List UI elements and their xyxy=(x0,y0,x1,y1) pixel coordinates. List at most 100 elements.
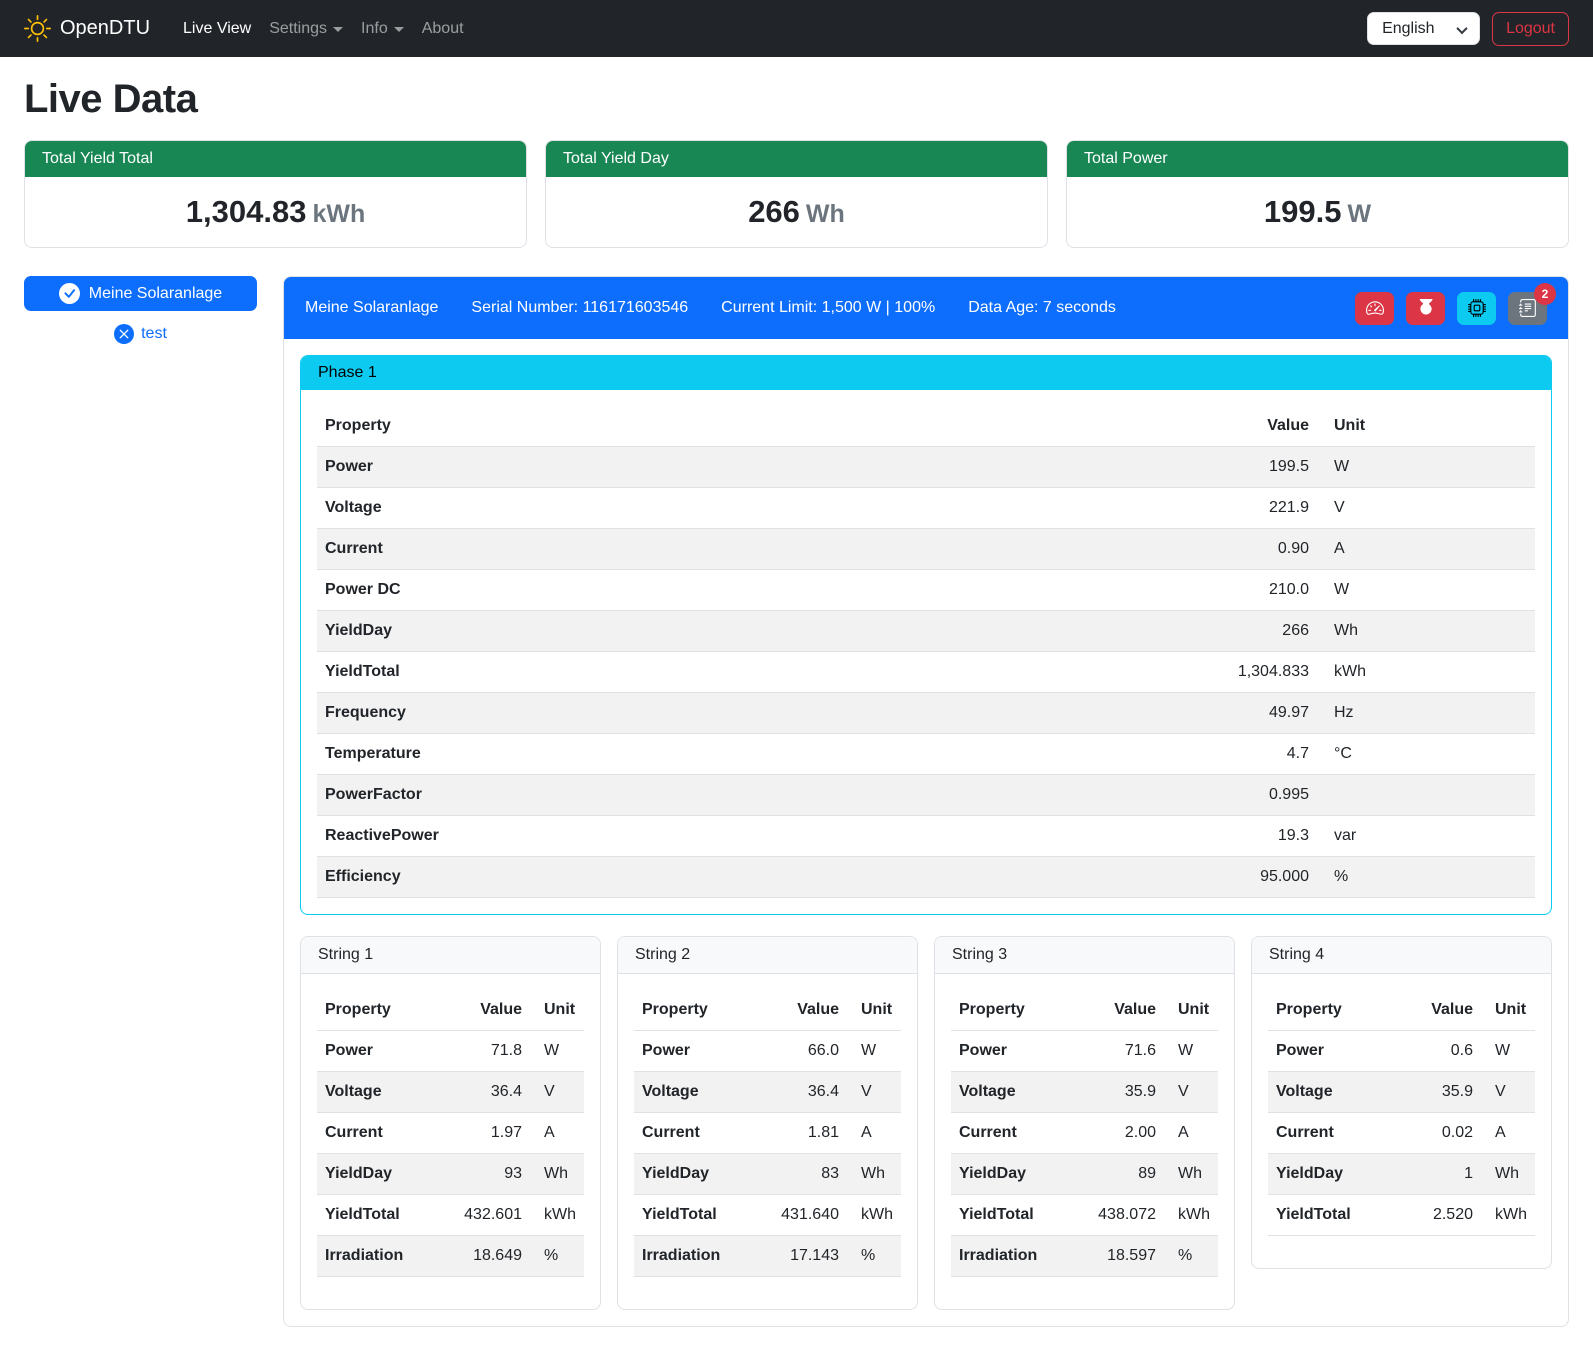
property-cell: YieldTotal xyxy=(317,1195,436,1236)
table-row: Voltage221.9V xyxy=(317,488,1535,529)
card-value: 1,304.83kWh xyxy=(25,177,526,247)
event-log-button[interactable]: 2 xyxy=(1508,292,1547,325)
col-property: Property xyxy=(317,406,915,447)
table-header-row: Property Value Unit xyxy=(317,990,584,1031)
string-body: Property Value Unit Power0.6WVoltage35.9… xyxy=(1252,974,1551,1268)
strings-row: String 1 Property Value Unit xyxy=(300,936,1552,1310)
value-cell: 210.0 xyxy=(915,570,1317,611)
unit-text: W xyxy=(1347,200,1371,228)
property-cell: Current xyxy=(317,1113,436,1154)
total-yield-day-card: Total Yield Day 266Wh xyxy=(545,140,1048,248)
property-cell: Power xyxy=(317,447,915,488)
string-table: Property Value Unit Power71.8WVoltage36.… xyxy=(317,990,584,1277)
property-cell: Frequency xyxy=(317,693,915,734)
total-yield-total-card: Total Yield Total 1,304.83kWh xyxy=(24,140,527,248)
table-row: Irradiation18.649% xyxy=(317,1236,584,1277)
brand[interactable]: OpenDTU xyxy=(24,15,150,42)
property-cell: PowerFactor xyxy=(317,775,915,816)
string-title: String 1 xyxy=(301,937,600,974)
string-table: Property Value Unit Power71.6WVoltage35.… xyxy=(951,990,1218,1277)
property-cell: Power xyxy=(1268,1031,1398,1072)
unit-cell: % xyxy=(1317,857,1535,898)
inverter-actions: 2 xyxy=(1355,292,1547,325)
string-table: Property Value Unit Power66.0WVoltage36.… xyxy=(634,990,901,1277)
value-cell: 35.9 xyxy=(1398,1072,1481,1113)
property-cell: Power DC xyxy=(317,570,915,611)
inverter-item-test[interactable]: test xyxy=(24,324,257,344)
phase-table-body: Power199.5WVoltage221.9VCurrent0.90APowe… xyxy=(317,447,1535,898)
logout-button[interactable]: Logout xyxy=(1492,12,1569,46)
unit-cell: A xyxy=(530,1113,584,1154)
unit-cell: kWh xyxy=(1481,1195,1535,1236)
inverter-card: Meine Solaranlage Serial Number: 1161716… xyxy=(283,276,1569,1327)
value-cell: 1,304.833 xyxy=(915,652,1317,693)
table-row: Current1.97A xyxy=(317,1113,584,1154)
limit-settings-button[interactable] xyxy=(1355,292,1394,325)
property-cell: Voltage xyxy=(951,1072,1070,1113)
unit-cell: Wh xyxy=(847,1154,901,1195)
table-row: YieldDay1Wh xyxy=(1268,1154,1535,1195)
power-button[interactable] xyxy=(1406,292,1445,325)
table-row: YieldTotal432.601kWh xyxy=(317,1195,584,1236)
property-cell: Voltage xyxy=(317,488,915,529)
string-title: String 3 xyxy=(935,937,1234,974)
value-text: 1,304.83 xyxy=(186,194,307,229)
table-header-row: Property Value Unit xyxy=(1268,990,1535,1031)
unit-cell: V xyxy=(1317,488,1535,529)
string-table: Property Value Unit Power0.6WVoltage35.9… xyxy=(1268,990,1535,1236)
unit-cell: W xyxy=(1317,570,1535,611)
value-cell: 1 xyxy=(1398,1154,1481,1195)
card-title: Total Power xyxy=(1067,141,1568,177)
table-row: ReactivePower19.3var xyxy=(317,816,1535,857)
table-row: Power71.6W xyxy=(951,1031,1218,1072)
table-row: Voltage35.9V xyxy=(1268,1072,1535,1113)
nav-item-info[interactable]: Info xyxy=(352,12,413,46)
table-row: YieldDay266Wh xyxy=(317,611,1535,652)
speedometer-icon xyxy=(1366,299,1384,317)
unit-cell: % xyxy=(530,1236,584,1277)
language-select-wrap: English xyxy=(1367,12,1480,45)
col-property: Property xyxy=(317,990,436,1031)
table-header: Property Value Unit xyxy=(317,406,1535,447)
property-cell: Irradiation xyxy=(317,1236,436,1277)
device-info-button[interactable] xyxy=(1457,292,1496,325)
summary-cards-row: Total Yield Total 1,304.83kWh Total Yiel… xyxy=(24,140,1569,248)
property-cell: Power xyxy=(634,1031,753,1072)
unit-cell: var xyxy=(1317,816,1535,857)
property-cell: Current xyxy=(317,529,915,570)
table-row: YieldDay83Wh xyxy=(634,1154,901,1195)
top-navbar: OpenDTU Live View Settings Info About En… xyxy=(0,0,1593,57)
string-table-body: Power66.0WVoltage36.4VCurrent1.81AYieldD… xyxy=(634,1031,901,1277)
unit-cell: W xyxy=(1164,1031,1218,1072)
card-value: 199.5W xyxy=(1067,177,1568,247)
table-row: YieldDay93Wh xyxy=(317,1154,584,1195)
col-unit: Unit xyxy=(847,990,901,1031)
unit-cell: W xyxy=(1481,1031,1535,1072)
string-body: Property Value Unit Power66.0WVoltage36.… xyxy=(618,974,917,1309)
unit-cell: % xyxy=(1164,1236,1218,1277)
card-title: Total Yield Total xyxy=(25,141,526,177)
col-value: Value xyxy=(1398,990,1481,1031)
chevron-down-icon xyxy=(394,27,404,32)
nav-item-about[interactable]: About xyxy=(413,12,473,46)
table-row: YieldTotal2.520kWh xyxy=(1268,1195,1535,1236)
value-cell: 49.97 xyxy=(915,693,1317,734)
nav-item-live-view[interactable]: Live View xyxy=(174,12,260,46)
col-unit: Unit xyxy=(1317,406,1535,447)
page-container: Live Data Total Yield Total 1,304.83kWh … xyxy=(0,57,1593,1341)
nav-item-settings[interactable]: Settings xyxy=(260,12,352,46)
value-cell: 2.00 xyxy=(1070,1113,1164,1154)
property-cell: YieldDay xyxy=(951,1154,1070,1195)
value-cell: 17.143 xyxy=(753,1236,847,1277)
language-select[interactable]: English xyxy=(1367,12,1480,45)
journal-text-icon xyxy=(1519,299,1537,317)
value-cell: 18.649 xyxy=(436,1236,530,1277)
value-cell: 36.4 xyxy=(436,1072,530,1113)
value-cell: 2.520 xyxy=(1398,1195,1481,1236)
inverter-header: Meine Solaranlage Serial Number: 1161716… xyxy=(284,277,1568,339)
card-title: Total Yield Day xyxy=(546,141,1047,177)
col-property: Property xyxy=(1268,990,1398,1031)
unit-cell xyxy=(1317,775,1535,816)
inverter-selected-button[interactable]: Meine Solaranlage xyxy=(24,276,257,311)
table-row: YieldTotal438.072kWh xyxy=(951,1195,1218,1236)
